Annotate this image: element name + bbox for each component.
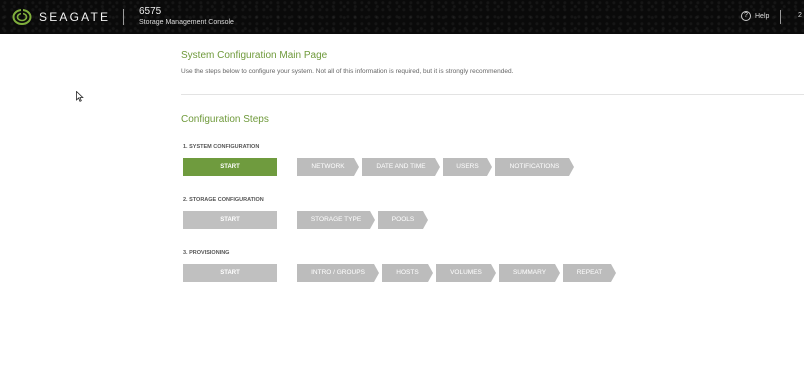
brand-name: SEAGATE <box>39 10 111 24</box>
step-intro-groups[interactable]: INTRO / GROUPS <box>297 264 379 282</box>
storage-configuration-start-button[interactable]: START <box>183 211 277 229</box>
seagate-logo[interactable]: SEAGATE <box>12 8 110 26</box>
page-title: System Configuration Main Page <box>181 50 328 61</box>
step-repeat[interactable]: REPEAT <box>563 264 616 282</box>
header-divider <box>123 9 124 25</box>
step-notifications[interactable]: NOTIFICATIONS <box>495 158 574 176</box>
step-users[interactable]: USERS <box>443 158 492 176</box>
configuration-steps-title: Configuration Steps <box>181 114 269 125</box>
step-hosts[interactable]: HOSTS <box>382 264 433 282</box>
console-name: Storage Management Console <box>139 19 234 26</box>
section-label-provisioning: 3. PROVISIONING <box>183 250 230 256</box>
help-label: Help <box>755 12 770 20</box>
help-link[interactable]: ? Help <box>741 11 769 21</box>
step-volumes[interactable]: VOLUMES <box>436 264 496 282</box>
model-number: 6575 <box>139 6 162 17</box>
user-menu[interactable]: 2 <box>798 12 802 19</box>
page-intro: Use the steps below to configure your sy… <box>181 68 514 75</box>
provisioning-start-button[interactable]: START <box>183 264 277 282</box>
step-date-and-time[interactable]: DATE AND TIME <box>362 158 440 176</box>
step-summary[interactable]: SUMMARY <box>499 264 560 282</box>
app-header: SEAGATE 6575 Storage Management Console … <box>0 0 804 34</box>
section-label-storage-configuration: 2. STORAGE CONFIGURATION <box>183 197 264 203</box>
system-configuration-start-button[interactable]: START <box>183 158 277 176</box>
step-storage-type[interactable]: STORAGE TYPE <box>297 211 375 229</box>
help-circle-icon: ? <box>741 11 751 21</box>
step-pools[interactable]: POOLS <box>378 211 428 229</box>
header-divider-right <box>780 10 781 24</box>
section-divider <box>181 94 804 95</box>
seagate-swirl-icon <box>12 9 32 25</box>
mouse-pointer-icon <box>76 91 84 102</box>
section-label-system-configuration: 1. SYSTEM CONFIGURATION <box>183 144 260 150</box>
step-network[interactable]: NETWORK <box>297 158 359 176</box>
